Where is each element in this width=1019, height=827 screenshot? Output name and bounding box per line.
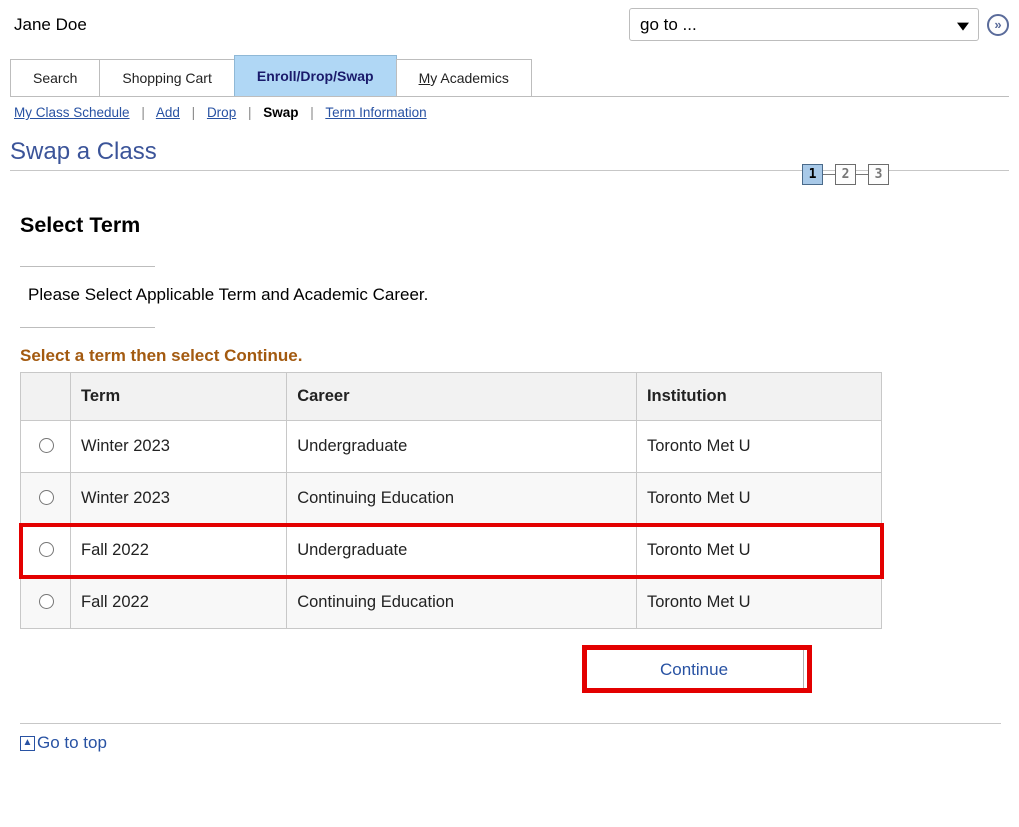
- separator: |: [192, 105, 196, 120]
- col-institution: Institution: [636, 373, 881, 421]
- tab-my-academics-accesskey: M: [419, 70, 431, 86]
- cell-career: Continuing Education: [287, 577, 637, 629]
- col-radio: [21, 373, 71, 421]
- cell-institution: Toronto Met U: [636, 421, 881, 473]
- main-tabs: Search Shopping Cart Enroll/Drop/Swap My…: [10, 55, 1009, 97]
- subnav-term-information[interactable]: Term Information: [325, 105, 426, 120]
- cell-term: Winter 2023: [71, 421, 287, 473]
- section-title: Select Term: [20, 213, 1001, 238]
- tab-shopping-cart[interactable]: Shopping Cart: [99, 59, 235, 96]
- cell-term: Winter 2023: [71, 473, 287, 525]
- term-radio-1[interactable]: [39, 490, 54, 505]
- goto-select-wrap: go to ...: [629, 8, 979, 41]
- tab-search[interactable]: Search: [10, 59, 100, 96]
- go-button[interactable]: »: [987, 14, 1009, 36]
- cell-term: Fall 2022: [71, 525, 287, 577]
- cell-career: Undergraduate: [287, 525, 637, 577]
- table-row: Fall 2022 Undergraduate Toronto Met U: [21, 525, 882, 577]
- table-row: Winter 2023 Undergraduate Toronto Met U: [21, 421, 882, 473]
- term-radio-3[interactable]: [39, 594, 54, 609]
- short-rule-bottom: [20, 327, 155, 328]
- subnav-drop[interactable]: Drop: [207, 105, 236, 120]
- cell-institution: Toronto Met U: [636, 525, 881, 577]
- table-caption: Select a term then select Continue.: [20, 346, 1001, 366]
- separator: |: [141, 105, 145, 120]
- subnav-my-class-schedule[interactable]: My Class Schedule: [14, 105, 130, 120]
- instruction-text: Please Select Applicable Term and Academ…: [20, 285, 1001, 305]
- cell-term: Fall 2022: [71, 577, 287, 629]
- cell-career: Undergraduate: [287, 421, 637, 473]
- arrow-up-icon: ▲: [20, 736, 35, 751]
- cell-institution: Toronto Met U: [636, 473, 881, 525]
- go-to-top-link[interactable]: ▲ Go to top: [20, 733, 107, 753]
- tab-enroll-drop-swap[interactable]: Enroll/Drop/Swap: [234, 55, 397, 96]
- go-to-top-label: Go to top: [37, 733, 107, 753]
- bottom-rule: [20, 723, 1001, 724]
- separator: |: [310, 105, 314, 120]
- term-radio-2[interactable]: [39, 542, 54, 557]
- cell-institution: Toronto Met U: [636, 577, 881, 629]
- term-table: Term Career Institution Winter 2023 Unde…: [20, 372, 882, 629]
- table-row: Winter 2023 Continuing Education Toronto…: [21, 473, 882, 525]
- table-row: Fall 2022 Continuing Education Toronto M…: [21, 577, 882, 629]
- term-radio-0[interactable]: [39, 438, 54, 453]
- tab-my-academics-rest: y Academics: [430, 70, 509, 86]
- goto-select[interactable]: go to ...: [629, 8, 979, 41]
- student-name: Jane Doe: [10, 15, 87, 35]
- subnav-swap: Swap: [263, 105, 298, 120]
- short-rule-top: [20, 266, 155, 267]
- page-title: Swap a Class: [10, 138, 1009, 166]
- double-chevron-right-icon: »: [994, 17, 1001, 32]
- tab-my-academics[interactable]: My Academics: [396, 59, 532, 96]
- cell-career: Continuing Education: [287, 473, 637, 525]
- separator: |: [248, 105, 252, 120]
- col-term: Term: [71, 373, 287, 421]
- sub-nav: My Class Schedule | Add | Drop | Swap | …: [10, 97, 1009, 128]
- continue-button[interactable]: Continue: [584, 649, 804, 691]
- col-career: Career: [287, 373, 637, 421]
- subnav-add[interactable]: Add: [156, 105, 180, 120]
